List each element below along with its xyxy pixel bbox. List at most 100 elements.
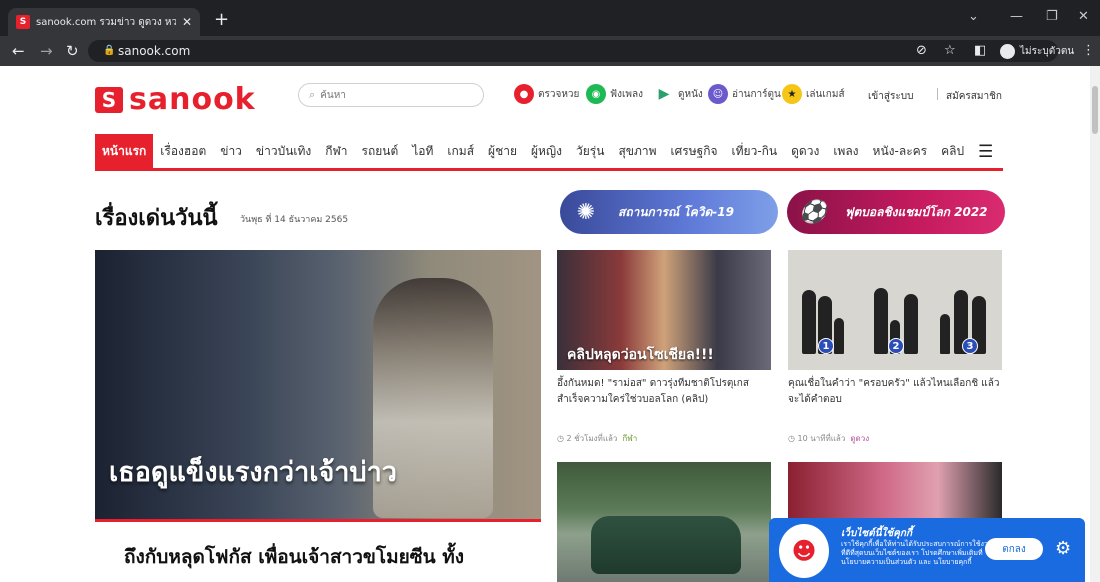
worldcup-banner[interactable]: ⚽ ฟุตบอลชิงแชมป์โลก 2022 (787, 190, 1005, 234)
hero-image[interactable]: เธอดูแข็งแรงกว่าเจ้าบ่าว (95, 250, 541, 520)
games-icon: ★ (782, 84, 802, 104)
service-music[interactable]: ◉ ฟังเพลง (586, 84, 643, 104)
hero-title[interactable]: ถึงกับหลุดโฟกัส เพื่อนเจ้าสาวขโมยซีน ทั้… (124, 542, 464, 572)
menu-kebab-icon[interactable]: ⋮ (1082, 43, 1095, 58)
nav-item-it[interactable]: ไอที (405, 134, 440, 168)
card-image-suv[interactable] (557, 462, 771, 582)
service-movie[interactable]: ▶ ดูหนัง (654, 84, 703, 104)
side-panel-icon[interactable]: ◧ (974, 43, 986, 58)
covid-banner[interactable]: ✺ สถานการณ์ โควิด-19 (560, 190, 778, 234)
lock-icon[interactable]: 🔒 (103, 45, 115, 56)
card-meta: ◷ 10 นาทีที่แล้ว ดูดวง (788, 432, 869, 445)
search-input[interactable] (320, 89, 471, 101)
nav-item-women[interactable]: ผู้หญิง (524, 134, 569, 168)
browser-tab[interactable]: S sanook.com รวมข่าว ดูดวง หวย ผลบ ✕ (8, 8, 200, 36)
silhouette (904, 294, 918, 354)
search-box[interactable]: ⌕ (298, 83, 484, 107)
nav-item-health[interactable]: สุขภาพ (611, 134, 663, 168)
bookmark-star-icon[interactable]: ☆ (944, 43, 956, 58)
new-tab-icon[interactable]: + (214, 9, 229, 30)
divider (937, 88, 938, 100)
hero-image-caption: เธอดูแข็งแรงกว่าเจ้าบ่าว (109, 457, 397, 488)
reload-icon[interactable]: ↻ (66, 42, 79, 60)
nav-item-sport[interactable]: กีฬา (318, 134, 354, 168)
nav-item-travel[interactable]: เที่ยว-กิน (725, 134, 785, 168)
profile-chip[interactable]: ไม่ระบุตัวตน (1000, 43, 1074, 59)
nav-item-music[interactable]: เพลง (826, 134, 865, 168)
search-icon[interactable]: ⌕ (309, 88, 315, 102)
number-badge: 1 (818, 338, 834, 354)
nav-item-entertainment[interactable]: ข่าวบันเทิง (249, 134, 318, 168)
car-shape (591, 516, 741, 574)
service-label: อ่านการ์ตูน (732, 88, 781, 100)
cartoon-icon: ☺ (708, 84, 728, 104)
music-icon: ◉ (586, 84, 606, 104)
scrollbar[interactable] (1090, 66, 1100, 582)
card-category[interactable]: กีฬา (622, 434, 637, 443)
card-category[interactable]: ดูดวง (850, 434, 869, 443)
nav-item-clip[interactable]: คลิป (934, 134, 971, 168)
category-nav: หน้าแรก เรื่องฮอต ข่าว ข่าวบันเทิง กีฬา … (95, 134, 1003, 168)
register-link[interactable]: สมัครสมาชิก (946, 89, 1002, 104)
service-cartoon[interactable]: ☺ อ่านการ์ตูน (708, 84, 781, 104)
profile-label: ไม่ระบุตัวตน (1020, 45, 1075, 57)
silhouette (874, 288, 888, 354)
nav-underline (95, 168, 1003, 171)
nav-item-movie[interactable]: หนัง-ละคร (866, 134, 935, 168)
close-tab-icon[interactable]: ✕ (182, 15, 192, 29)
covid-banner-label: สถานการณ์ โควิด-19 (618, 204, 734, 219)
forward-icon[interactable]: → (40, 42, 53, 60)
incognito-eye-icon[interactable]: ⊘ (916, 43, 927, 58)
service-label: ดูหนัง (678, 88, 703, 100)
nav-item-games[interactable]: เกมส์ (440, 134, 481, 168)
incognito-avatar-icon (1000, 43, 1015, 59)
card-time: ◷ 2 ชั่วโมงที่แล้ว (557, 434, 618, 443)
nav-item-horoscope[interactable]: ดูดวง (784, 134, 826, 168)
nav-item-teen[interactable]: วัยรุ่น (569, 134, 611, 168)
address-bar[interactable] (88, 40, 1058, 62)
back-icon[interactable]: ← (12, 42, 25, 60)
scrollbar-thumb[interactable] (1092, 86, 1098, 134)
virus-icon: ✺ (576, 199, 596, 225)
cookie-heading: เว็บไซต์นี้ใช้คุกกี้ (841, 528, 912, 539)
silhouette (802, 290, 816, 354)
minimize-icon[interactable]: — (1010, 9, 1023, 24)
nav-item-men[interactable]: ผู้ชาย (481, 134, 524, 168)
close-window-icon[interactable]: ✕ (1078, 9, 1089, 24)
card-image[interactable]: คลิปหลุดว่อนโซเชียล!!! (557, 250, 771, 370)
hero-underline (95, 519, 541, 522)
nav-item-hot[interactable]: เรื่องฮอต (153, 134, 213, 168)
nav-item-economy[interactable]: เศรษฐกิจ (664, 134, 725, 168)
silhouette (940, 314, 950, 354)
logo-mark-icon: S (95, 86, 123, 113)
cookie-accept-button[interactable]: ตกลง (985, 538, 1043, 560)
cookie-body: เราใช้คุกกี้เพื่อให้ท่านได้รับประสบการณ์… (841, 540, 993, 566)
login-link[interactable]: เข้าสู่ระบบ (868, 89, 913, 104)
worldcup-banner-label: ฟุตบอลชิงแชมป์โลก 2022 (845, 204, 988, 219)
restore-icon[interactable]: ❐ (1046, 9, 1058, 24)
tab-title: sanook.com รวมข่าว ดูดวง หวย ผลบ (36, 16, 176, 28)
service-label: ตรวจหวย (538, 88, 580, 100)
card-image-overlay: คลิปหลุดว่อนโซเชียล!!! (567, 347, 714, 363)
url-text[interactable]: sanook.com (118, 44, 190, 58)
nav-item-auto[interactable]: รถยนต์ (355, 134, 406, 168)
nav-item-home[interactable]: หน้าแรก (95, 134, 154, 168)
play-icon: ▶ (654, 84, 674, 104)
logo-wordmark: sanook (129, 82, 256, 117)
mascot-icon: ☻ (779, 524, 829, 578)
card-time: ◷ 10 นาทีที่แล้ว (788, 434, 846, 443)
hamburger-menu-icon[interactable]: ☰ (978, 142, 993, 162)
sanook-logo[interactable]: S sanook (95, 82, 256, 117)
gear-icon[interactable]: ⚙ (1055, 538, 1071, 559)
service-label: เล่นเกมส์ (806, 88, 845, 100)
cookie-banner: ☻ เว็บไซต์นี้ใช้คุกกี้ เราใช้คุกกี้เพื่อ… (769, 518, 1085, 582)
tab-search-icon[interactable]: ⌄ (968, 9, 979, 24)
card-image[interactable]: 1 2 3 (788, 250, 1002, 370)
number-badge: 3 (962, 338, 978, 354)
card-headline[interactable]: คุณเชื่อในคำว่า "ครอบครัว" แล้วไหนเลือกช… (788, 376, 1006, 408)
card-headline[interactable]: อึ้งกันหมด! "ราม่อส" ดาวรุ่งทีมชาติโปรตุ… (557, 376, 771, 408)
service-lottery[interactable]: ● ตรวจหวย (514, 84, 579, 104)
nav-item-news[interactable]: ข่าว (213, 134, 249, 168)
lottery-icon: ● (514, 84, 534, 104)
service-games[interactable]: ★ เล่นเกมส์ (782, 84, 845, 104)
